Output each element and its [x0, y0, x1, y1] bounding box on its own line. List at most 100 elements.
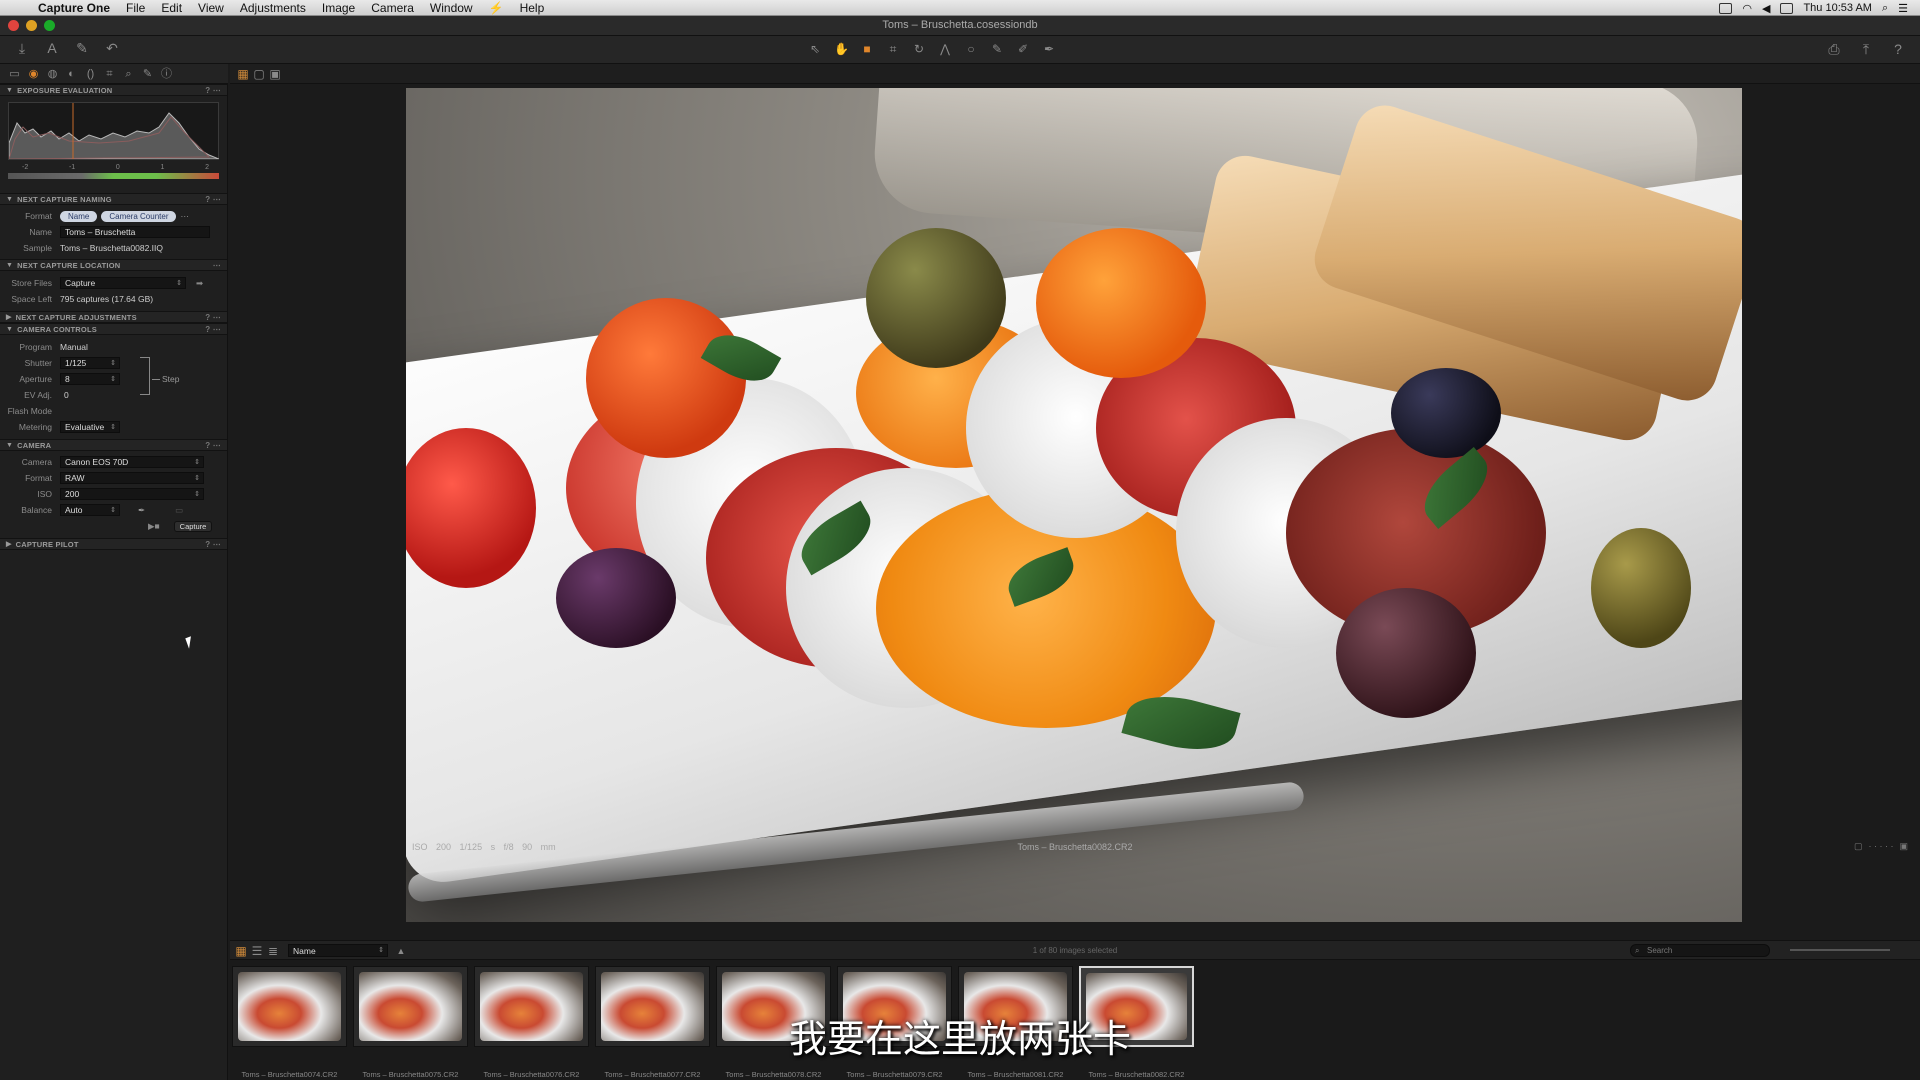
brush-icon[interactable]: ✎: [74, 40, 90, 56]
olive-shape: [1336, 588, 1476, 718]
shutter-value: 1/125: [65, 358, 87, 368]
space-left-value: 795 captures (17.64 GB): [60, 294, 154, 304]
aperture-select[interactable]: 8 ⇕: [60, 373, 120, 385]
capture-tab-icon[interactable]: ◉: [27, 68, 40, 81]
menu-scripts-icon[interactable]: ⚡: [489, 1, 504, 15]
status-area: ◠ ◀ Thu 10:53 AM ⌕ ☰: [1719, 0, 1908, 16]
menu-adjustments[interactable]: Adjustments: [240, 1, 306, 15]
select-cursor-icon[interactable]: ⇖: [808, 42, 822, 56]
viewer-image[interactable]: [406, 88, 1742, 922]
multi-view-icon[interactable]: ▦: [236, 67, 250, 81]
program-value: Manual: [60, 342, 88, 352]
name-input[interactable]: Toms – Bruschetta: [60, 226, 210, 238]
hand-tool-icon[interactable]: ✋: [834, 42, 849, 56]
notifications-icon[interactable]: ☰: [1898, 2, 1908, 15]
help-icon[interactable]: ?: [1890, 41, 1906, 57]
color-picker-icon[interactable]: ✒: [1042, 42, 1056, 56]
thumbnail-size-slider[interactable]: [1790, 949, 1890, 951]
lens-tab-icon[interactable]: (): [84, 68, 97, 81]
text-annotation-icon[interactable]: A: [44, 40, 60, 56]
loupe-tool-icon[interactable]: ■: [860, 42, 874, 56]
local-adjustments-tab-icon[interactable]: ✎: [141, 68, 154, 81]
menu-file[interactable]: File: [126, 1, 145, 15]
camera-select[interactable]: Canon EOS 70D ⇕: [60, 456, 204, 468]
crop-tool-icon[interactable]: ⌗: [886, 42, 900, 56]
camera-counter-token[interactable]: Camera Counter: [101, 210, 177, 222]
iso-select[interactable]: 200 ⇕: [60, 488, 204, 500]
wb-extra-icon: ▭: [175, 504, 184, 515]
volume-icon[interactable]: ◀: [1762, 2, 1770, 15]
display-icon[interactable]: [1719, 2, 1733, 14]
single-view-icon[interactable]: ▢: [252, 67, 266, 81]
next-capture-location-header[interactable]: ▼ NEXT CAPTURE LOCATION ⋯: [0, 259, 227, 271]
cherry-tomato-shape: [586, 298, 746, 458]
balance-select[interactable]: Auto ⇕: [60, 504, 120, 516]
camera-format-select[interactable]: RAW ⇕: [60, 472, 204, 484]
capture-pilot-header[interactable]: ▶ CAPTURE PILOT? ⋯: [0, 538, 227, 550]
menu-view[interactable]: View: [198, 1, 224, 15]
shutter-select[interactable]: 1/125 ⇕: [60, 357, 120, 369]
export-icon[interactable]: ⤒: [1858, 41, 1874, 57]
print-icon[interactable]: ⎙: [1826, 41, 1842, 57]
exposure-evaluation-header[interactable]: ▼ EXPOSURE EVALUATION? ⋯: [0, 84, 227, 96]
draw-mask-icon[interactable]: ✎: [990, 42, 1004, 56]
undo-icon[interactable]: ↶: [104, 40, 120, 56]
next-capture-naming-header[interactable]: ▼ NEXT CAPTURE NAMING? ⋯: [0, 193, 227, 205]
keystone-tool-icon[interactable]: ⋀: [938, 42, 952, 56]
composition-tab-icon[interactable]: ⌗: [103, 68, 116, 81]
rotate-tool-icon[interactable]: ↻: [912, 42, 926, 56]
color-tab-icon[interactable]: ◍: [46, 68, 59, 81]
menu-help[interactable]: Help: [520, 1, 545, 15]
apple-menu-icon[interactable]: [14, 1, 28, 15]
capture-button[interactable]: Capture: [173, 520, 213, 532]
wb-picker-icon[interactable]: ✒: [138, 505, 145, 516]
search-input[interactable]: ⌕ Search: [1630, 944, 1770, 957]
thumbnail-filename: Toms – Bruschetta0075.CR2: [362, 1070, 459, 1079]
menu-window[interactable]: Window: [430, 1, 473, 15]
thumbnail-filename: Toms – Bruschetta0079.CR2: [846, 1070, 943, 1079]
balance-label: Balance: [21, 505, 52, 515]
metadata-tab-icon[interactable]: ⓘ: [160, 68, 173, 81]
reject-icon[interactable]: ▢: [1854, 841, 1863, 852]
library-tab-icon[interactable]: ▭: [8, 68, 21, 81]
erase-mask-icon[interactable]: ✐: [1016, 42, 1030, 56]
image-info-bar: ISO 200 1/125 s f/8 90 mm Toms – Brusche…: [230, 838, 1920, 856]
window-title: Toms – Bruschetta.cosessiondb: [882, 19, 1038, 31]
aperture-label: Aperture: [19, 374, 52, 384]
space-left-label: Space Left: [11, 294, 52, 304]
live-view-icon[interactable]: ▶■: [148, 521, 160, 532]
camera-controls-header[interactable]: ▼ CAMERA CONTROLS? ⋯: [0, 323, 227, 335]
import-icon[interactable]: ⤓: [14, 40, 30, 56]
spot-removal-icon[interactable]: ○: [964, 42, 978, 56]
ev-adj-value[interactable]: 0: [60, 390, 69, 400]
ev-adj-label: EV Adj.: [24, 390, 52, 400]
viewer-filename: Toms – Bruschetta0082.CR2: [1017, 842, 1133, 852]
metering-select[interactable]: Evaluative ⇕: [60, 421, 120, 433]
thumbnail-filename: Toms – Bruschetta0076.CR2: [483, 1070, 580, 1079]
spotlight-icon[interactable]: ⌕: [1882, 2, 1888, 15]
clock[interactable]: Thu 10:53 AM: [1803, 2, 1872, 14]
camera-value: Canon EOS 70D: [65, 457, 129, 467]
wifi-icon[interactable]: ◠: [1742, 2, 1752, 15]
name-token[interactable]: Name: [60, 210, 98, 222]
tick-label: 0: [115, 164, 120, 171]
details-tab-icon[interactable]: ⌕: [122, 68, 135, 81]
thumbnail-names: Toms – Bruschetta0074.CR2 Toms – Brusche…: [232, 1070, 1194, 1079]
tool-sidebar: ▼ EXPOSURE EVALUATION? ⋯ -2 -1 0 1 2 ▼ NEX…: [0, 84, 228, 1080]
go-to-folder-icon[interactable]: ➡: [196, 278, 203, 289]
primary-view-icon[interactable]: ▣: [268, 67, 282, 81]
color-tag-icon[interactable]: ▣: [1899, 841, 1908, 852]
exposure-tab-icon[interactable]: ◐: [65, 68, 78, 81]
menu-image[interactable]: Image: [322, 1, 355, 15]
camera-header[interactable]: ▼ CAMERA? ⋯: [0, 439, 227, 451]
menu-camera[interactable]: Camera: [371, 1, 414, 15]
next-capture-adjustments-header[interactable]: ▶ NEXT CAPTURE ADJUSTMENTS? ⋯: [0, 311, 227, 323]
star-rating[interactable]: · · · · ·: [1868, 841, 1893, 852]
menu-app-name[interactable]: Capture One: [38, 1, 110, 15]
battery-icon[interactable]: [1780, 2, 1794, 14]
format-more-button[interactable]: ⋯: [180, 211, 189, 222]
menu-edit[interactable]: Edit: [161, 1, 182, 15]
store-files-select[interactable]: Capture ⇕: [60, 277, 186, 289]
camera-format-label: Format: [25, 473, 52, 483]
video-subtitle: 我要在这里放两张卡: [788, 1017, 1131, 1061]
